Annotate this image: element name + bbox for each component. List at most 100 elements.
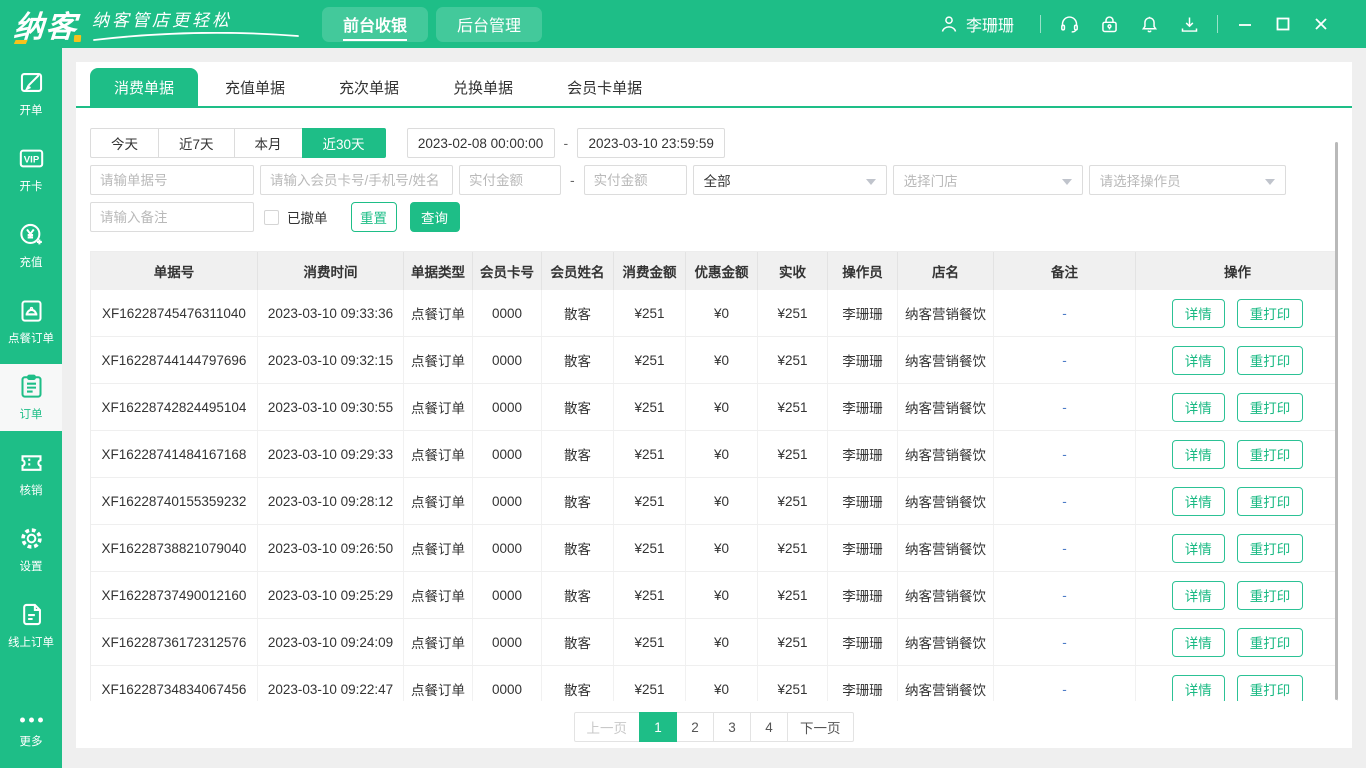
quick-date-30days[interactable]: 近30天 <box>301 128 386 158</box>
window-minimize-button[interactable] <box>1226 4 1264 44</box>
cell-member-card-no: 0000 <box>473 337 542 383</box>
cell-consume-amount: ¥251 <box>614 619 686 665</box>
cancelled-checkbox[interactable] <box>264 209 279 225</box>
reprint-button[interactable]: 重打印 <box>1236 627 1304 657</box>
quick-date-today[interactable]: 今天 <box>90 128 159 158</box>
cell-remark: - <box>994 572 1136 618</box>
cell-order-no: XF16228745476311040 <box>91 290 258 336</box>
cell-paid-amount: ¥251 <box>758 431 828 477</box>
brand-tagline-text: 纳客管店更轻松 <box>92 11 232 30</box>
cell-store-name: 纳客营销餐饮 <box>898 384 994 430</box>
reset-button[interactable]: 重置 <box>350 202 397 232</box>
close-icon <box>1315 18 1327 30</box>
detail-button[interactable]: 详情 <box>1171 674 1225 701</box>
top-tab-backend-manage[interactable]: 后台管理 <box>436 6 543 42</box>
notifications-button[interactable] <box>1129 4 1169 44</box>
sidebar-item-verify[interactable]: 核销 <box>0 440 62 507</box>
cell-order-type: 点餐订单 <box>404 666 473 701</box>
date-to-input[interactable] <box>577 128 726 158</box>
search-button[interactable]: 查询 <box>409 202 460 232</box>
quick-date-month[interactable]: 本月 <box>233 128 303 158</box>
pagination-prev-button[interactable]: 上一页 <box>573 712 640 742</box>
cell-consume-amount: ¥251 <box>614 290 686 336</box>
cell-member-name: 散客 <box>542 619 614 665</box>
cell-member-card-no: 0000 <box>473 290 542 336</box>
reprint-button[interactable]: 重打印 <box>1236 439 1304 469</box>
tab-times-orders[interactable]: 充次单据 <box>312 68 426 106</box>
cell-discount-amount: ¥0 <box>686 666 758 701</box>
username: 李珊珊 <box>965 18 1014 35</box>
lock-screen-button[interactable] <box>1089 4 1129 44</box>
pagination-page-button[interactable]: 3 <box>713 712 751 742</box>
table-row: XF16228734834067456 2023-03-10 09:22:47 … <box>91 666 1337 701</box>
reprint-button[interactable]: 重打印 <box>1236 392 1304 422</box>
cell-operator: 李珊珊 <box>828 666 898 701</box>
cell-consume-time: 2023-03-10 09:30:55 <box>258 384 404 430</box>
amount-min-input[interactable] <box>459 165 561 195</box>
reprint-button[interactable]: 重打印 <box>1236 580 1304 610</box>
window-maximize-button[interactable] <box>1264 4 1302 44</box>
pagination-page-button[interactable]: 2 <box>676 712 714 742</box>
detail-button[interactable]: 详情 <box>1171 345 1225 375</box>
tab-recharge-orders[interactable]: 充值单据 <box>198 68 312 106</box>
download-update-button[interactable] <box>1169 4 1209 44</box>
cell-order-no: XF16228736172312576 <box>91 619 258 665</box>
reprint-button[interactable]: 重打印 <box>1236 533 1304 563</box>
pagination-next-button[interactable]: 下一页 <box>787 712 854 742</box>
sidebar-item-label: 更多 <box>19 733 43 748</box>
sidebar-item-online-orders[interactable]: 线上订单 <box>0 592 62 659</box>
window-close-button[interactable] <box>1302 4 1340 44</box>
pagination-page-button[interactable]: 1 <box>639 712 677 742</box>
support-headset-button[interactable] <box>1049 4 1089 44</box>
detail-button[interactable]: 详情 <box>1171 627 1225 657</box>
cell-order-no: XF16228737490012160 <box>91 572 258 618</box>
pagination-pages: 1234 <box>639 712 788 742</box>
top-tab-front-cashier[interactable]: 前台收银 <box>322 6 429 42</box>
pagination-page-button[interactable]: 4 <box>750 712 788 742</box>
table-row: XF16228738821079040 2023-03-10 09:26:50 … <box>91 525 1337 572</box>
order-type-select[interactable]: 全部 <box>692 165 887 195</box>
column-header: 消费金额 <box>614 252 686 290</box>
detail-button[interactable]: 详情 <box>1171 486 1225 516</box>
sidebar-item-more[interactable]: 更多 <box>0 697 62 764</box>
remark-input[interactable] <box>90 202 254 232</box>
order-no-input[interactable] <box>90 165 254 195</box>
detail-button[interactable]: 详情 <box>1171 580 1225 610</box>
cell-paid-amount: ¥251 <box>758 572 828 618</box>
amount-max-input[interactable] <box>583 165 687 195</box>
sidebar-item-vip-card[interactable]: VIP 开卡 <box>0 136 62 203</box>
tab-member-card-orders[interactable]: 会员卡单据 <box>540 68 669 106</box>
detail-button[interactable]: 详情 <box>1171 298 1225 328</box>
date-from-input[interactable] <box>406 128 555 158</box>
tab-label: 消费单据 <box>114 79 175 97</box>
cell-order-no: XF16228734834067456 <box>91 666 258 701</box>
sidebar-item-orders[interactable]: 订单 <box>0 364 62 431</box>
operator-select[interactable]: 请选择操作员 <box>1088 165 1286 195</box>
cancelled-checkbox-wrap[interactable]: 已撤单 <box>264 207 328 227</box>
quick-date-7days[interactable]: 近7天 <box>158 128 235 158</box>
tab-exchange-orders[interactable]: 兑换单据 <box>426 68 540 106</box>
sidebar-nav: 开单 VIP 开卡 充值 点餐订单 订单 核销 设置 线上订单 更多 <box>0 48 62 768</box>
cell-member-name: 散客 <box>542 384 614 430</box>
member-search-input[interactable] <box>260 165 453 195</box>
sidebar-item-settings[interactable]: 设置 <box>0 516 62 583</box>
user-account[interactable]: 李珊珊 <box>939 12 1014 36</box>
cell-member-name: 散客 <box>542 290 614 336</box>
cell-consume-time: 2023-03-10 09:24:09 <box>258 619 404 665</box>
reprint-button[interactable]: 重打印 <box>1236 345 1304 375</box>
cell-discount-amount: ¥0 <box>686 337 758 383</box>
detail-button[interactable]: 详情 <box>1171 439 1225 469</box>
sidebar-item-dining-order[interactable]: 点餐订单 <box>0 288 62 355</box>
tab-consume-orders[interactable]: 消费单据 <box>90 68 199 106</box>
sidebar-item-recharge[interactable]: 充值 <box>0 212 62 279</box>
sidebar-item-open-order[interactable]: 开单 <box>0 60 62 127</box>
reprint-button[interactable]: 重打印 <box>1236 674 1304 701</box>
reprint-button[interactable]: 重打印 <box>1236 298 1304 328</box>
detail-button[interactable]: 详情 <box>1171 533 1225 563</box>
column-header: 操作 <box>1224 265 1251 280</box>
vertical-scrollbar[interactable] <box>1335 142 1338 700</box>
reprint-button[interactable]: 重打印 <box>1236 486 1304 516</box>
detail-button[interactable]: 详情 <box>1171 392 1225 422</box>
cell-consume-time: 2023-03-10 09:32:15 <box>258 337 404 383</box>
store-select[interactable]: 选择门店 <box>892 165 1083 195</box>
